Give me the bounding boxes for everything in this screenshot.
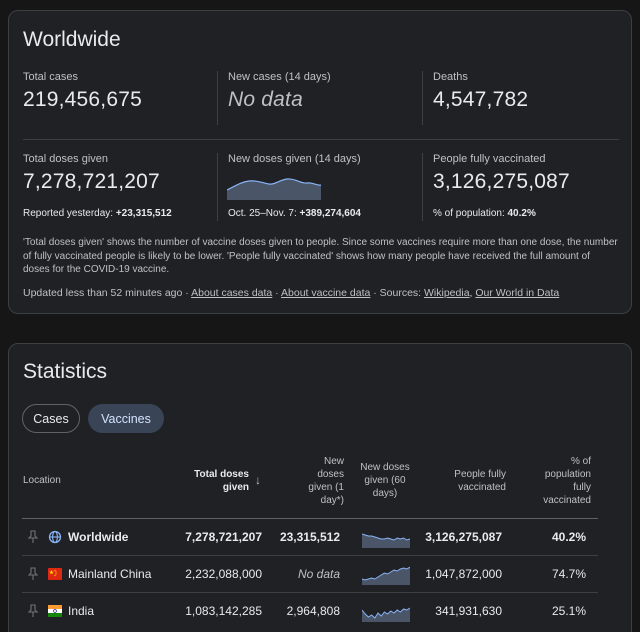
fully-vaccinated-sub: % of population: 40.2%	[433, 208, 536, 219]
row-new-doses-1day: 23,315,512	[279, 530, 340, 544]
col-new-doses-60-line3: days)	[372, 488, 398, 499]
row-location: Worldwide	[68, 530, 129, 544]
updated-line: Updated less than 52 minutes ago · About…	[23, 287, 559, 299]
pin-icon[interactable]	[27, 530, 39, 544]
fully-vaccinated-value: 3,126,275,087	[433, 170, 570, 193]
sparkline-area	[362, 567, 410, 585]
col-new-doses-60days[interactable]: New doses given (60 days)	[352, 461, 418, 500]
col-fully-line2: vaccinated	[458, 482, 506, 493]
row-total-doses: 2,232,088,000	[185, 567, 262, 581]
row-total-doses: 1,083,142,285	[185, 604, 262, 618]
col-total-doses[interactable]: Total doses given	[169, 468, 249, 494]
total-doses-value: 7,278,721,207	[23, 170, 160, 193]
row-pct-fully: 40.2%	[551, 530, 586, 544]
total-doses-sub-prefix: Reported yesterday:	[23, 208, 116, 219]
deaths-stat: Deaths 4,547,782	[433, 71, 528, 112]
total-doses-label: Total doses given	[23, 153, 108, 165]
total-doses-sub: Reported yesterday: +23,315,512	[23, 208, 172, 219]
statistics-card: Statistics Cases Vaccines Location Total…	[8, 343, 632, 632]
col-new-doses-1day-line4: day*)	[320, 495, 344, 506]
new-doses-label: New doses given (14 days)	[228, 153, 361, 165]
worldwide-title: Worldwide	[23, 28, 121, 51]
row-total-doses: 7,278,721,207	[185, 530, 262, 544]
new-cases-value: No data	[228, 88, 303, 111]
vaccine-description: 'Total doses given' shows the number of …	[23, 237, 618, 275]
sparkline-60days	[362, 533, 410, 548]
sources-label: · Sources:	[370, 287, 425, 299]
deaths-value: 4,547,782	[433, 88, 529, 111]
about-cases-link[interactable]: About cases data	[191, 287, 272, 299]
col-pct-fully-vaccinated[interactable]: % of population fully vaccinated	[519, 455, 591, 507]
col-new-doses-1day-line1: New	[323, 456, 344, 467]
total-cases-value: 219,456,675	[23, 88, 142, 111]
new-doses-sub: Oct. 25–Nov. 7: +389,274,604	[228, 208, 361, 219]
fully-vaccinated-label: People fully vaccinated	[433, 153, 546, 165]
separator: ·	[272, 287, 282, 299]
col-pct-line4: vaccinated	[543, 495, 591, 506]
col-new-doses-60-line2: given (60	[364, 475, 406, 486]
india-flag-icon	[48, 605, 62, 617]
pin-icon[interactable]	[27, 567, 39, 581]
divider	[217, 153, 218, 221]
total-doses-sub-value: +23,315,512	[115, 208, 172, 219]
new-doses-sub-value: +389,274,604	[299, 208, 361, 219]
row-fully-vaccinated: 341,931,630	[435, 604, 502, 618]
row-fully-vaccinated: 3,126,275,087	[425, 530, 502, 544]
divider	[422, 71, 423, 125]
table-row[interactable]: India 1,083,142,285 2,964,808 341,931,63…	[22, 592, 598, 629]
total-doses-stat: Total doses given 7,278,721,207	[23, 153, 160, 194]
row-new-doses-1day: 2,964,808	[286, 604, 340, 618]
col-location[interactable]: Location	[23, 474, 61, 487]
owid-link[interactable]: Our World in Data	[475, 287, 559, 299]
col-pct-line2: population	[544, 469, 591, 480]
row-new-doses-1day: No data	[297, 567, 340, 581]
sort-arrow-icon[interactable]: ↓	[255, 474, 261, 487]
col-fully-vaccinated[interactable]: People fully vaccinated	[429, 468, 506, 494]
new-doses-sparkline	[227, 178, 321, 200]
sparkline-60days	[362, 566, 410, 585]
row-pct-fully: 74.7%	[551, 567, 586, 581]
col-pct-line1: % of	[570, 456, 591, 467]
table-row[interactable]: Mainland China 2,232,088,000 No data 1,0…	[22, 555, 598, 592]
deaths-label: Deaths	[433, 71, 468, 83]
row-pct-fully: 25.1%	[551, 604, 586, 618]
new-doses-stat: New doses given (14 days)	[228, 153, 361, 165]
col-new-doses-60-line1: New doses	[360, 462, 410, 473]
row-location: Mainland China	[68, 567, 152, 581]
fully-vaccinated-stat: People fully vaccinated 3,126,275,087	[433, 153, 570, 194]
row-location: India	[68, 604, 95, 618]
total-cases-label: Total cases	[23, 71, 79, 83]
section-divider	[23, 139, 619, 140]
new-cases-label: New cases (14 days)	[228, 71, 331, 83]
col-new-doses-1day-line3: given (1	[308, 482, 344, 493]
globe-icon	[48, 530, 62, 544]
col-new-doses-1day[interactable]: New doses given (1 day*)	[289, 455, 344, 507]
tab-vaccines[interactable]: Vaccines	[88, 404, 164, 433]
col-total-doses-line1: Total doses	[194, 469, 249, 480]
divider	[422, 153, 423, 221]
statistics-title: Statistics	[23, 360, 108, 383]
fully-vaccinated-sub-value: 40.2%	[507, 208, 536, 219]
tab-cases[interactable]: Cases	[22, 404, 80, 433]
col-total-doses-line2: given	[222, 482, 249, 493]
sparkline-60days	[362, 607, 410, 622]
worldwide-card: Worldwide Total cases 219,456,675 New ca…	[8, 10, 632, 314]
wikipedia-link[interactable]: Wikipedia	[424, 287, 470, 299]
new-cases-stat: New cases (14 days) No data	[228, 71, 331, 112]
fully-vaccinated-sub-prefix: % of population:	[433, 208, 508, 219]
updated-text: Updated less than 52 minutes ago ·	[23, 287, 192, 299]
total-cases-stat: Total cases 219,456,675	[23, 71, 142, 112]
table-row[interactable]: Worldwide 7,278,721,207 23,315,512 3,126…	[22, 518, 598, 555]
new-doses-sub-prefix: Oct. 25–Nov. 7:	[228, 208, 300, 219]
row-fully-vaccinated: 1,047,872,000	[425, 567, 502, 581]
col-new-doses-1day-line2: doses	[317, 469, 344, 480]
about-vaccine-link[interactable]: About vaccine data	[281, 287, 370, 299]
sparkline-area	[227, 178, 321, 200]
china-flag-icon	[48, 568, 62, 580]
col-pct-line3: fully	[573, 482, 591, 493]
divider	[217, 71, 218, 125]
pin-icon[interactable]	[27, 604, 39, 618]
col-fully-line1: People fully	[454, 469, 506, 480]
